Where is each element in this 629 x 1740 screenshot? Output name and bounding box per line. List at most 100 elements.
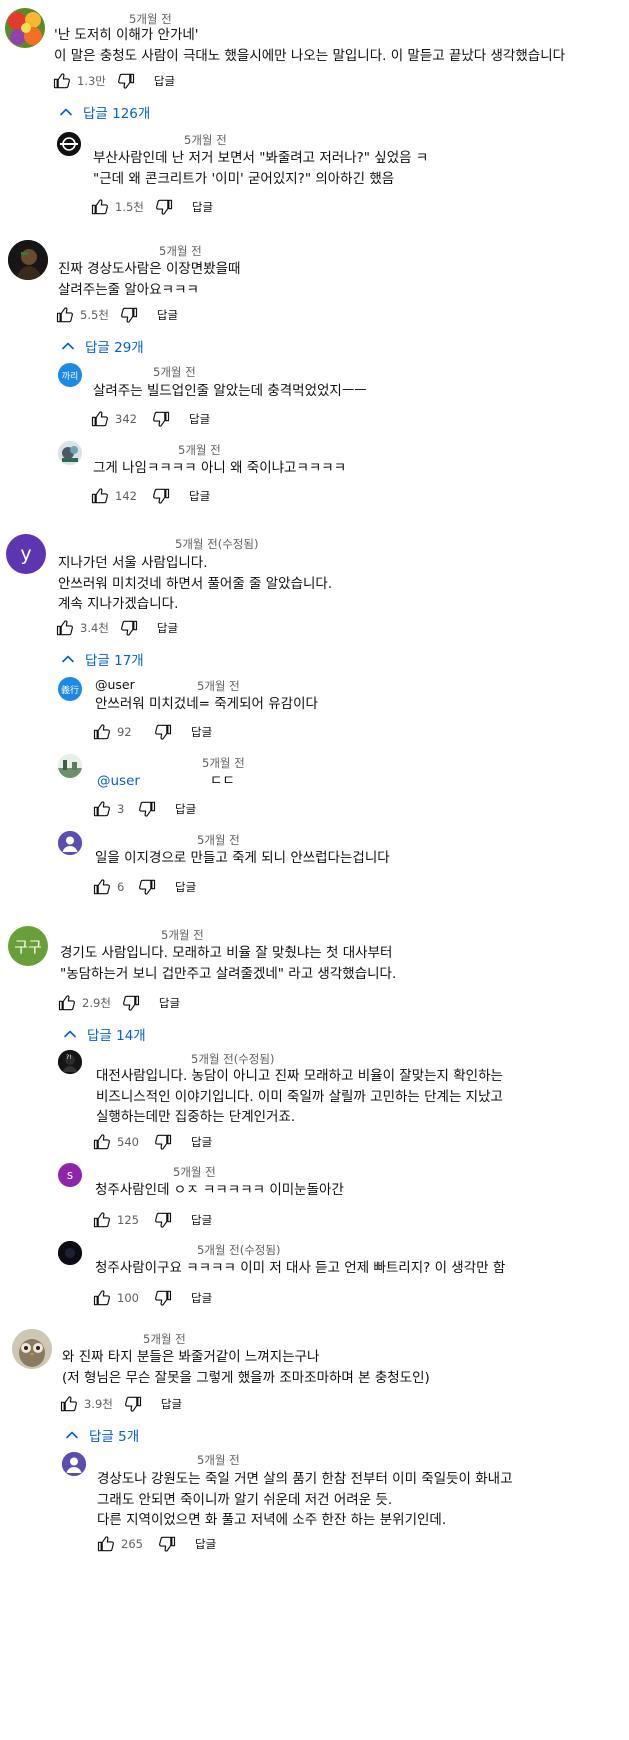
default-user-icon bbox=[58, 831, 82, 855]
avatar[interactable]: ?! bbox=[58, 1050, 82, 1074]
mention-link[interactable]: @user bbox=[95, 675, 135, 696]
like-icon[interactable] bbox=[90, 486, 110, 506]
like-icon[interactable] bbox=[92, 799, 112, 819]
comment-actions: 2.9천 답글 bbox=[57, 992, 180, 1014]
avatar[interactable] bbox=[5, 8, 45, 48]
avatar[interactable]: 까리 bbox=[58, 363, 82, 387]
like-icon[interactable] bbox=[55, 305, 75, 325]
reply-button[interactable]: 답글 bbox=[192, 199, 213, 215]
comment-line: 살려주는줄 알아요ㅋㅋㅋ bbox=[58, 281, 199, 298]
avatar[interactable] bbox=[58, 754, 82, 778]
reply-button[interactable]: 답글 bbox=[175, 801, 196, 817]
avatar[interactable] bbox=[58, 831, 82, 855]
like-count: 265 bbox=[121, 1537, 143, 1551]
reply-button[interactable]: 답글 bbox=[189, 411, 210, 427]
like-icon[interactable] bbox=[52, 71, 72, 91]
like-icon[interactable] bbox=[92, 1288, 112, 1308]
like-icon[interactable] bbox=[92, 877, 112, 897]
replies-toggle[interactable]: 답글 14개 bbox=[62, 1024, 146, 1044]
reply-time: 5개월 전 bbox=[178, 443, 221, 457]
like-icon[interactable] bbox=[92, 1210, 112, 1230]
like-count: 142 bbox=[115, 489, 137, 503]
chevron-up-icon bbox=[60, 651, 76, 667]
reply-line: 살려주는 빌드업인줄 알았는데 충격먹었었지ㅡㅡ bbox=[93, 383, 367, 399]
replies-toggle[interactable]: 답글 17개 bbox=[60, 649, 144, 669]
dislike-icon[interactable] bbox=[153, 1132, 173, 1152]
dislike-icon[interactable] bbox=[119, 305, 139, 325]
avatar-initial: y bbox=[20, 543, 32, 565]
reply-button[interactable]: 답글 bbox=[161, 1396, 182, 1412]
reply-line: 비즈니스적인 이야기입니다. 이미 죽일까 살릴까 고민하는 단계는 지났고 bbox=[96, 1088, 503, 1105]
reply-button[interactable]: 답글 bbox=[154, 73, 175, 89]
reply-actions: 540 답글 bbox=[92, 1131, 212, 1153]
like-icon[interactable] bbox=[57, 993, 77, 1013]
reply-button[interactable]: 답글 bbox=[175, 879, 196, 895]
replies-toggle[interactable]: 답글 29개 bbox=[60, 336, 144, 356]
mention-link[interactable]: @user bbox=[97, 771, 140, 792]
comment-line: 지나가던 서울 사람입니다. bbox=[58, 555, 208, 571]
avatar[interactable] bbox=[58, 441, 82, 465]
like-icon[interactable] bbox=[92, 1132, 112, 1152]
reply-line: 그래도 안되면 죽이니까 알기 쉬운데 저건 어려운 듯. bbox=[97, 1491, 393, 1508]
reply-time: 5개월 전(수정됨) bbox=[197, 1243, 281, 1257]
like-icon[interactable] bbox=[55, 618, 75, 638]
like-icon[interactable] bbox=[96, 1534, 116, 1554]
svg-text:?!: ?! bbox=[66, 1054, 72, 1061]
reply-button[interactable]: 답글 bbox=[157, 620, 178, 636]
dislike-icon[interactable] bbox=[153, 722, 173, 742]
like-count: 3.4천 bbox=[80, 621, 109, 635]
dislike-icon[interactable] bbox=[151, 486, 171, 506]
reply-button[interactable]: 답글 bbox=[191, 1134, 212, 1150]
reply-text: 일을 이지경으로 만들고 죽게 되니 안쓰럽다는겁니다 bbox=[95, 848, 390, 869]
reply-button[interactable]: 답글 bbox=[189, 488, 210, 504]
dislike-icon[interactable] bbox=[151, 409, 171, 429]
reply-actions: 342 답글 bbox=[90, 408, 210, 430]
reply-button[interactable]: 답글 bbox=[195, 1536, 216, 1552]
avatar[interactable] bbox=[58, 1241, 82, 1265]
comment-actions: 5.5천 답글 bbox=[55, 304, 178, 326]
like-count: 125 bbox=[117, 1213, 139, 1227]
reply-button[interactable]: 답글 bbox=[157, 307, 178, 323]
person-avatar-image bbox=[8, 240, 48, 280]
avatar[interactable] bbox=[62, 1452, 86, 1476]
avatar[interactable]: y bbox=[6, 534, 46, 574]
like-icon[interactable] bbox=[59, 1394, 79, 1414]
avatar[interactable]: s bbox=[58, 1163, 82, 1187]
reply-time: 5개월 전 bbox=[184, 133, 227, 147]
owl-avatar-image bbox=[12, 1329, 52, 1369]
reply-button[interactable]: 답글 bbox=[159, 995, 180, 1011]
reply-button[interactable]: 답글 bbox=[191, 1290, 212, 1306]
dislike-icon[interactable] bbox=[154, 197, 174, 217]
avatar[interactable] bbox=[8, 240, 48, 280]
like-icon[interactable] bbox=[92, 722, 112, 742]
reply-text: 살려주는 빌드업인줄 알았는데 충격먹었었지ㅡㅡ bbox=[93, 381, 367, 402]
like-count: 92 bbox=[117, 725, 132, 739]
avatar[interactable] bbox=[12, 1329, 52, 1369]
comment-text: 와 진짜 타지 분들은 봐줄거같이 느껴지는구나 (저 형님은 무슨 잘못을 그… bbox=[62, 1347, 430, 1388]
replies-toggle-label: 답글 17개 bbox=[85, 653, 144, 669]
avatar[interactable]: 義行 bbox=[58, 677, 82, 701]
dislike-icon[interactable] bbox=[153, 1210, 173, 1230]
dislike-icon[interactable] bbox=[153, 1288, 173, 1308]
dislike-icon[interactable] bbox=[137, 877, 157, 897]
reply-time: 5개월 전 bbox=[197, 833, 240, 847]
replies-toggle[interactable]: 답글 5개 bbox=[64, 1425, 139, 1445]
chevron-up-icon bbox=[58, 104, 74, 120]
dislike-icon[interactable] bbox=[119, 618, 139, 638]
reply-button[interactable]: 답글 bbox=[191, 1212, 212, 1228]
dislike-icon[interactable] bbox=[123, 1394, 143, 1414]
dislike-icon[interactable] bbox=[116, 71, 136, 91]
like-count: 3 bbox=[117, 802, 125, 816]
avatar[interactable] bbox=[57, 132, 81, 156]
avatar[interactable]: 구구 bbox=[8, 926, 48, 966]
dislike-icon[interactable] bbox=[137, 799, 157, 819]
like-icon[interactable] bbox=[90, 197, 110, 217]
like-icon[interactable] bbox=[90, 409, 110, 429]
dislike-icon[interactable] bbox=[121, 993, 141, 1013]
reply-line: "근데 왜 콘크리트가 '이미' 굳어있지?" 의아하긴 했음 bbox=[93, 170, 395, 187]
avatar-initial: s bbox=[66, 1168, 74, 1182]
dislike-icon[interactable] bbox=[157, 1534, 177, 1554]
replies-toggle[interactable]: 답글 126개 bbox=[58, 102, 150, 122]
reply-button[interactable]: 답글 bbox=[191, 724, 212, 740]
comment-line: 진짜 경상도사람은 이장면봤을때 bbox=[58, 261, 241, 277]
